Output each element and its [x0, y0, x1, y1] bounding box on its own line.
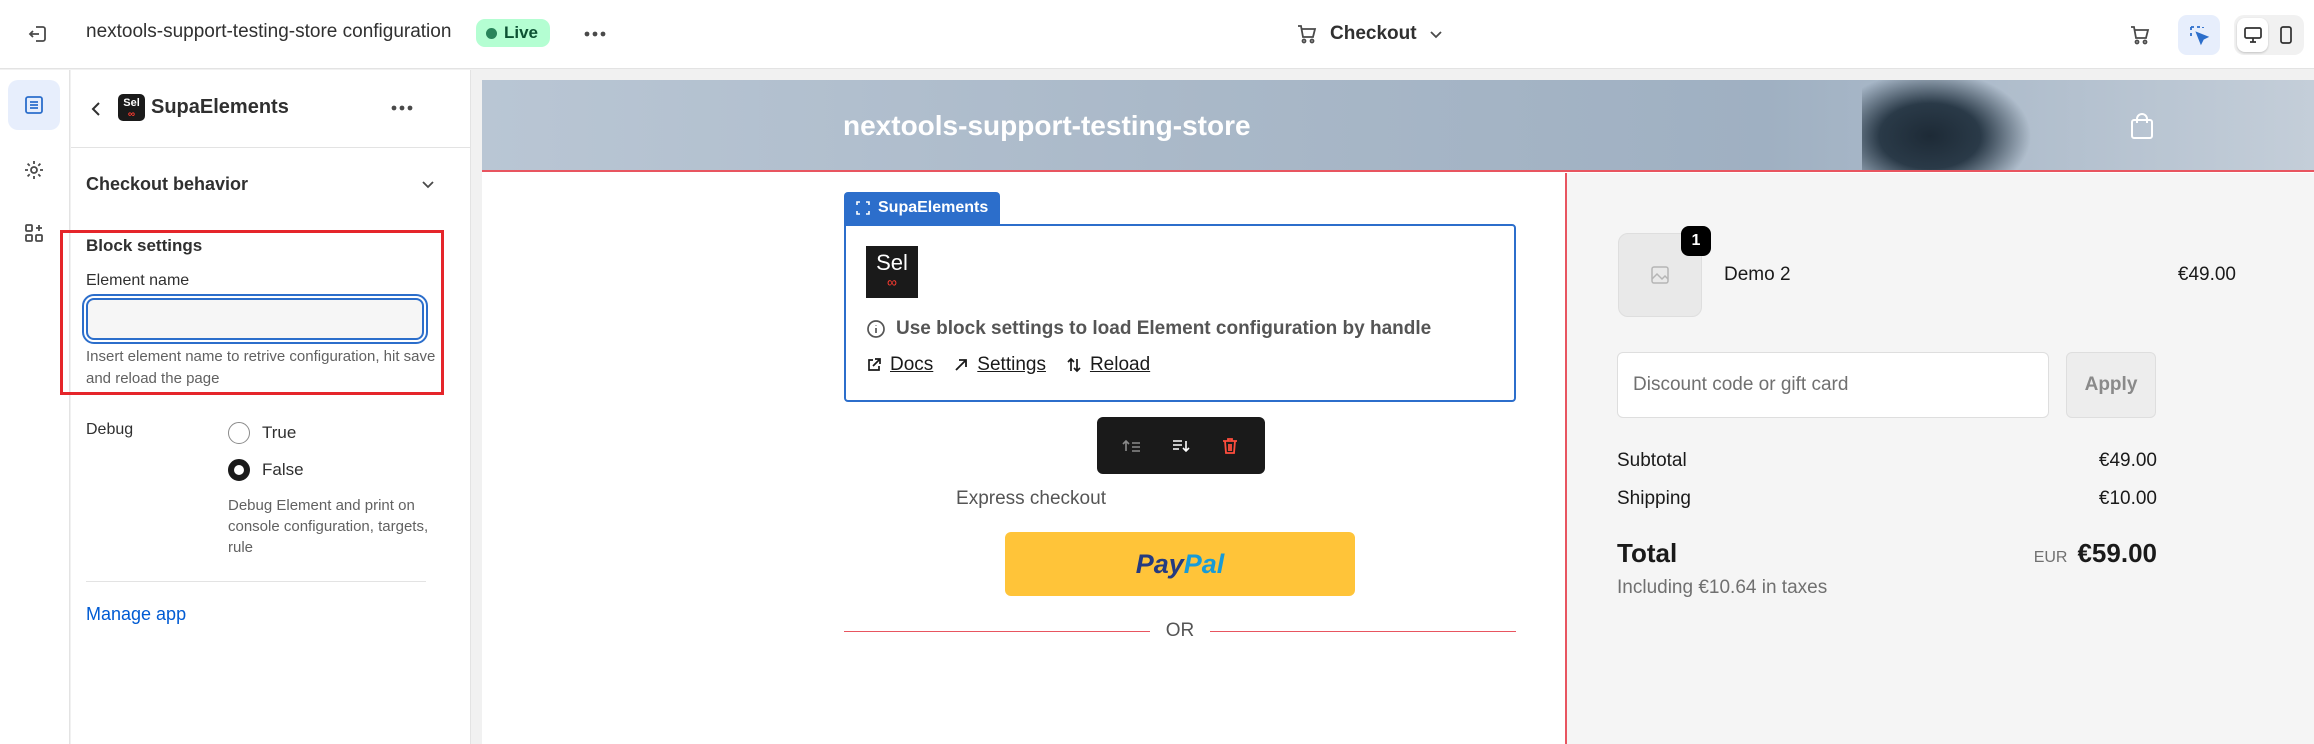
- debug-option-label: True: [262, 423, 297, 442]
- icon-rail: [0, 70, 70, 744]
- app-logo-text: Sel: [123, 97, 140, 109]
- back-icon[interactable]: [81, 92, 111, 126]
- settings-gear-icon[interactable]: [8, 145, 60, 195]
- header-image: [1862, 80, 2032, 170]
- section-title: Checkout behavior: [86, 173, 249, 194]
- block-message-text: Use block settings to load Element confi…: [896, 318, 1432, 339]
- checkout-preview: nextools-support-testing-store SupaEleme…: [482, 80, 2314, 744]
- delete-icon[interactable]: [1213, 429, 1247, 463]
- block-message: Use block settings to load Element confi…: [866, 318, 1431, 340]
- manage-app-link[interactable]: Manage app: [86, 604, 186, 625]
- move-up-icon[interactable]: [1115, 429, 1149, 463]
- cart-preview-icon[interactable]: [2122, 18, 2158, 52]
- taxes-note: Including €10.64 in taxes: [1617, 577, 1828, 598]
- live-badge: Live: [476, 19, 551, 47]
- quantity-badge: 1: [1681, 226, 1711, 256]
- express-checkout-label: Express checkout: [956, 488, 1106, 509]
- page-selector[interactable]: Checkout: [1296, 17, 1443, 51]
- reload-arrows-icon: [1067, 357, 1081, 373]
- block-tab-label: SupaElements: [878, 199, 989, 216]
- block-logo-text: Sel: [876, 250, 908, 275]
- discount-code-input[interactable]: [1617, 352, 2049, 418]
- app-name: SupaElements: [151, 96, 289, 118]
- divider-line: [844, 630, 1150, 632]
- total-row: Total EUR €59.00: [1617, 538, 2157, 569]
- exit-icon[interactable]: [22, 18, 54, 50]
- debug-option-false[interactable]: False: [228, 459, 304, 481]
- inspector-icon[interactable]: [2178, 15, 2220, 55]
- debug-label: Debug: [86, 421, 134, 438]
- reload-link[interactable]: Reload: [1066, 354, 1150, 376]
- docs-link-label: Docs: [890, 354, 934, 375]
- sections-icon[interactable]: [8, 80, 60, 130]
- settings-link[interactable]: Settings: [953, 354, 1046, 376]
- more-actions-icon[interactable]: [578, 18, 612, 50]
- element-name-input[interactable]: [82, 294, 428, 344]
- paypal-text-pal: Pal: [1183, 548, 1225, 579]
- store-config-title: nextools-support-testing-store configura…: [86, 21, 452, 42]
- store-header: nextools-support-testing-store: [482, 80, 2314, 172]
- debug-option-true[interactable]: True: [228, 422, 296, 444]
- currency-code: EUR: [2033, 549, 2068, 566]
- docs-link[interactable]: Docs: [866, 354, 933, 376]
- element-name-help: Insert element name to retrive configura…: [86, 348, 436, 387]
- paypal-text-pay: Pay: [1135, 548, 1184, 579]
- debug-help: Debug Element and print on console confi…: [228, 497, 429, 556]
- block-toolbar: [1097, 417, 1265, 474]
- radio-unchecked-icon[interactable]: [228, 422, 250, 444]
- live-dot-icon: [486, 27, 497, 39]
- total-label: Total: [1617, 538, 1678, 568]
- shipping-row: Shipping €10.00: [1617, 488, 2157, 510]
- desktop-view-icon[interactable]: [2237, 18, 2268, 52]
- app-more-icon[interactable]: [385, 92, 419, 124]
- chevron-down-icon: [1429, 30, 1442, 38]
- store-name[interactable]: nextools-support-testing-store: [843, 110, 1251, 142]
- subtotal-row: Subtotal €49.00: [1617, 450, 2157, 472]
- image-placeholder-icon: [1651, 266, 1669, 284]
- debug-option-label: False: [262, 460, 304, 479]
- page-selector-label: Checkout: [1330, 23, 1417, 44]
- select-block-icon: [856, 201, 870, 215]
- apply-discount-button[interactable]: Apply: [2066, 352, 2156, 418]
- element-name-label: Element name: [86, 272, 190, 289]
- divider-line: [1210, 630, 1516, 632]
- settings-panel: Sel ∞ SupaElements Checkout behavior: [71, 70, 471, 744]
- block-logo-icon: Sel ∞: [866, 246, 918, 298]
- top-bar: nextools-support-testing-store configura…: [0, 0, 2314, 69]
- external-link-icon: [868, 358, 881, 371]
- chevron-down-icon: [422, 180, 434, 188]
- checkout-behavior-section[interactable]: Checkout behavior: [71, 149, 471, 219]
- or-label: OR: [1165, 620, 1195, 641]
- subtotal-value: €49.00: [2098, 450, 2157, 471]
- panel-header: Sel ∞ SupaElements: [71, 70, 471, 148]
- divider: [86, 581, 426, 582]
- shipping-value: €10.00: [2098, 488, 2157, 509]
- settings-link-label: Settings: [977, 354, 1046, 375]
- move-down-icon[interactable]: [1164, 429, 1198, 463]
- total-amount: €59.00: [2077, 538, 2157, 568]
- apps-icon[interactable]: [8, 208, 60, 258]
- live-badge-label: Live: [504, 23, 539, 42]
- product-price: €49.00: [2177, 264, 2236, 285]
- reload-link-label: Reload: [1089, 354, 1151, 375]
- radio-checked-icon[interactable]: [228, 459, 250, 481]
- app-logo-icon: Sel ∞: [118, 94, 145, 121]
- mobile-view-icon[interactable]: [2270, 18, 2301, 52]
- cart-icon: [1298, 25, 1317, 44]
- product-name: Demo 2: [1724, 264, 1791, 285]
- supaelements-block[interactable]: Sel ∞ Use block settings to load Element …: [844, 224, 1516, 402]
- paypal-button[interactable]: Pay Pal: [1005, 532, 1355, 596]
- arrow-up-right-icon: [955, 359, 968, 371]
- block-links: Docs Settings Reload: [866, 354, 1150, 376]
- info-icon: [867, 320, 885, 338]
- shopping-bag-icon[interactable]: [2126, 110, 2158, 142]
- view-toggle: [2234, 15, 2304, 55]
- subtotal-label: Subtotal: [1617, 450, 1687, 471]
- block-settings-title: Block settings: [86, 236, 203, 255]
- block-tab[interactable]: SupaElements: [844, 192, 1001, 224]
- shipping-label: Shipping: [1617, 488, 1691, 509]
- or-divider: OR: [844, 616, 1516, 646]
